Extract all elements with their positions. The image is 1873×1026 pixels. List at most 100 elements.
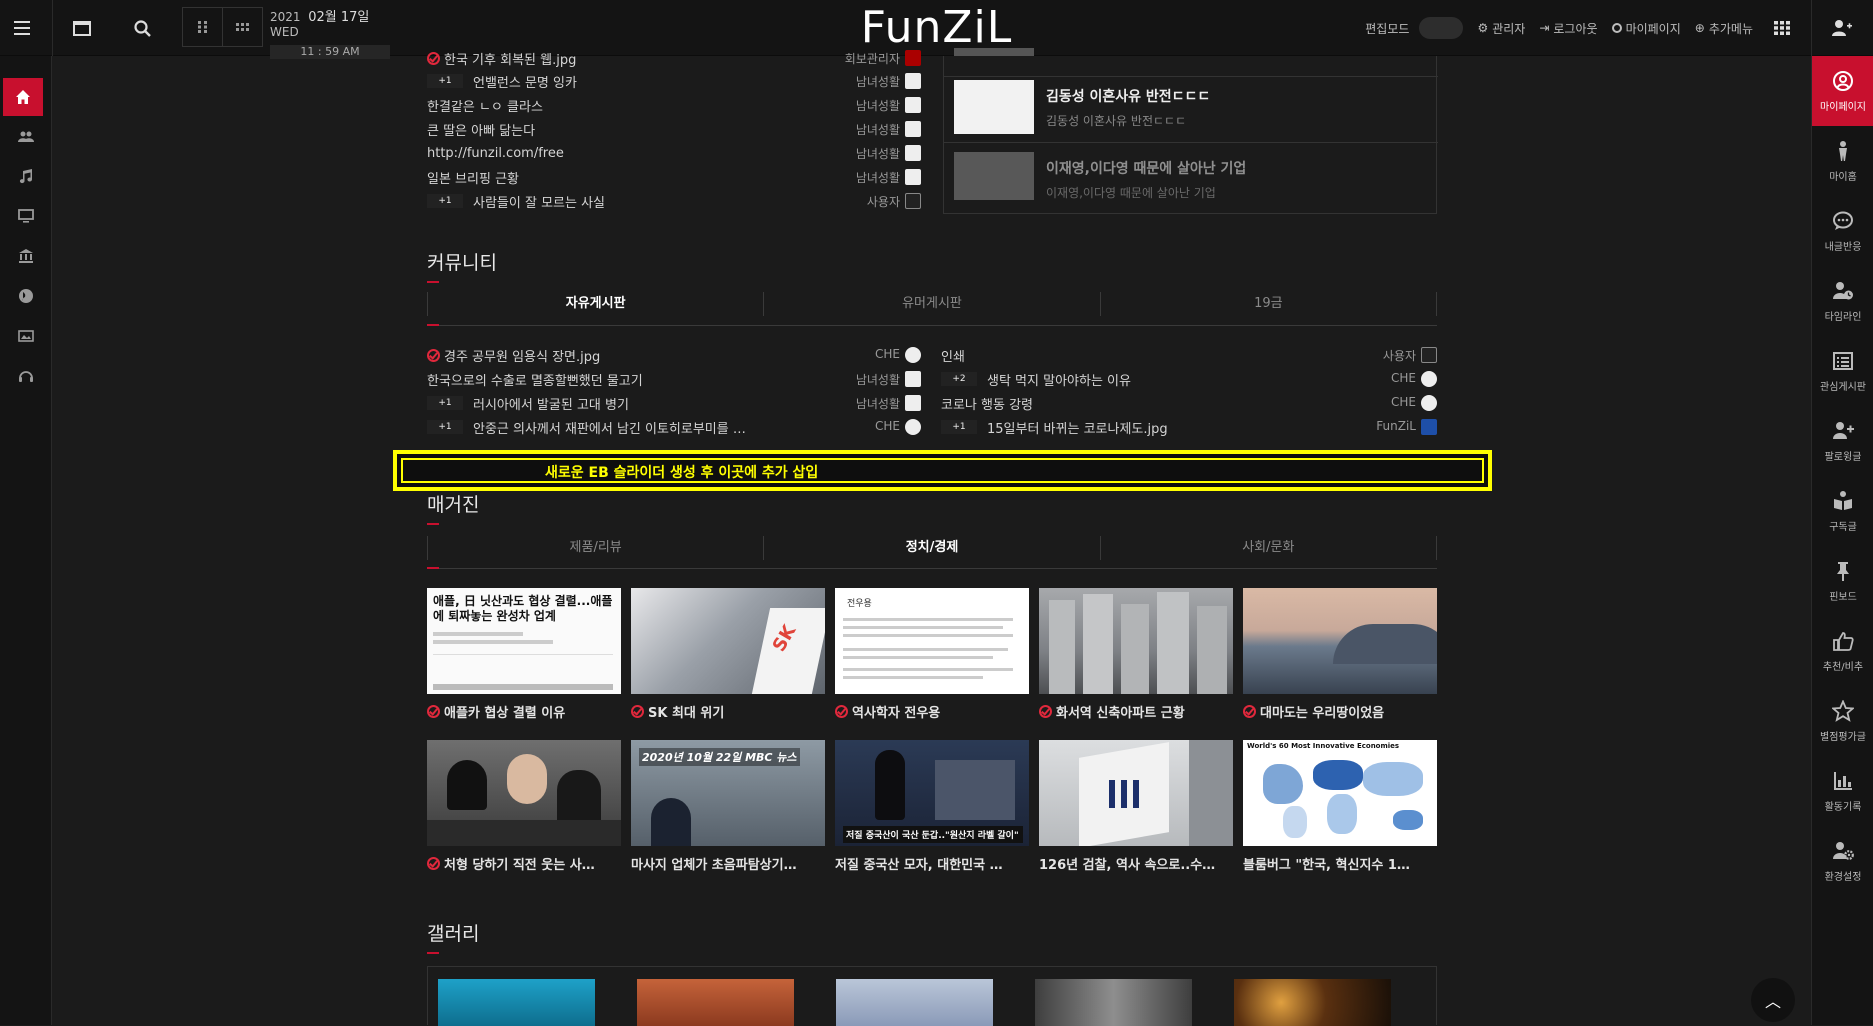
bank-icon[interactable] bbox=[0, 236, 52, 276]
rsb-mypage[interactable]: 마이페이지 bbox=[1812, 56, 1873, 126]
rsb-activity[interactable]: 활동기록 bbox=[1812, 756, 1873, 826]
photo-icon[interactable] bbox=[0, 316, 52, 356]
gear-icon: ⚙ bbox=[1477, 21, 1489, 35]
tab-humor-board[interactable]: 유머게시판 bbox=[763, 292, 1099, 316]
news-card[interactable]: 김동성 이혼사유 반전ㄷㄷㄷ 김동성 이혼사유 반전ㄷㄷㄷ bbox=[954, 80, 1424, 138]
list-item[interactable]: 큰 딸은 아빠 닮는다 bbox=[427, 117, 827, 141]
list-item[interactable]: 일본 브리핑 근황 bbox=[427, 165, 827, 189]
list-item[interactable]: +1 15일부터 바뀌는 코로나제도.jpg bbox=[941, 415, 1311, 439]
gallery-thumb[interactable] bbox=[836, 979, 993, 1026]
article-thumb[interactable] bbox=[1243, 588, 1437, 694]
rsb-timeline[interactable]: 타임라인 bbox=[1812, 266, 1873, 336]
list-item[interactable]: 인쇄 bbox=[941, 343, 1311, 367]
news-card[interactable]: 이재영,이다영 때문에 살아난 기업 이재영,이다영 때문에 살아난 기업 bbox=[954, 152, 1424, 210]
search-icon[interactable] bbox=[120, 0, 164, 56]
signout-icon: ⇥ bbox=[1539, 21, 1550, 35]
gallery-thumb[interactable] bbox=[637, 979, 794, 1026]
list-item[interactable]: +1 안중근 의사께서 재판에서 남긴 이토히로부미를 … bbox=[427, 415, 777, 439]
article-caption[interactable]: 126년 검찰, 역사 속으로..수… bbox=[1039, 854, 1233, 873]
mypage-link[interactable]: 마이페이지 bbox=[1611, 20, 1681, 37]
rsb-subscribed[interactable]: 구독글 bbox=[1812, 476, 1873, 546]
scroll-to-top-button[interactable]: ︿ bbox=[1751, 978, 1795, 1022]
article-thumb[interactable] bbox=[1039, 740, 1233, 846]
grid-small-icon[interactable] bbox=[183, 8, 223, 46]
list-item[interactable]: +1 러시아에서 발굴된 고대 병기 bbox=[427, 391, 797, 415]
headset-icon[interactable] bbox=[0, 356, 52, 396]
article-caption[interactable]: SK 최대 위기 bbox=[631, 702, 825, 721]
article-caption[interactable]: 처형 당하기 직전 웃는 사… bbox=[427, 854, 621, 873]
list-item[interactable]: +1 사람들이 잘 모르는 사실 bbox=[427, 189, 827, 213]
add-menu-link[interactable]: ⊕ 추가메뉴 bbox=[1695, 20, 1753, 37]
book-icon bbox=[1834, 490, 1852, 510]
gallery-thumb[interactable] bbox=[1234, 979, 1391, 1026]
music-icon[interactable] bbox=[0, 156, 52, 196]
avatar bbox=[1421, 395, 1437, 411]
grid-large-icon[interactable] bbox=[223, 8, 262, 46]
caption-text: 126년 검찰, 역사 속으로..수… bbox=[1039, 858, 1216, 873]
magazine-title: 매거진 bbox=[427, 490, 479, 525]
rsb-pinboard[interactable]: 핀보드 bbox=[1812, 546, 1873, 616]
tab-politics-economy[interactable]: 정치/경제 bbox=[763, 536, 1099, 560]
article-thumb[interactable]: SK bbox=[631, 588, 825, 694]
article-thumb[interactable]: 전우용 bbox=[835, 588, 1029, 694]
list-item[interactable]: +1 언밸런스 문명 잉카 bbox=[427, 69, 827, 93]
rsb-following[interactable]: 팔로윙글 bbox=[1812, 406, 1873, 476]
list-item[interactable]: 한결같은 ㄴㅇ 클라스 bbox=[427, 93, 827, 117]
monitor-icon[interactable] bbox=[0, 196, 52, 236]
edit-mode-toggle[interactable] bbox=[1419, 17, 1464, 39]
gallery-thumb[interactable] bbox=[1035, 979, 1192, 1026]
article-caption[interactable]: 저질 중국산 모자, 대한민국 … bbox=[835, 854, 1029, 873]
article-caption[interactable]: 대마도는 우리땅이었음 bbox=[1243, 702, 1437, 721]
rsb-fav-boards[interactable]: 관심게시판 bbox=[1812, 336, 1873, 406]
article-caption[interactable]: 화서역 신축아파트 근황 bbox=[1039, 702, 1233, 721]
post-author: 남녀성활 bbox=[855, 75, 900, 89]
rsb-label: 구독글 bbox=[1829, 521, 1857, 533]
rsb-settings[interactable]: 환경설정 bbox=[1812, 826, 1873, 896]
list-item[interactable]: +2 생탁 먹지 말아야하는 이유 bbox=[941, 367, 1311, 391]
post-author: CHE bbox=[1391, 371, 1416, 385]
home-icon[interactable] bbox=[3, 78, 43, 116]
rsb-label: 내글반응 bbox=[1824, 241, 1862, 253]
article-thumb[interactable]: 애플, 日 닛산과도 협상 결렬...애플에 퇴짜놓는 완성차 업계 bbox=[427, 588, 621, 694]
post-title: 경주 공무원 임용식 장면.jpg bbox=[444, 349, 601, 365]
article-thumb[interactable]: World's 60 Most Innovative Economies bbox=[1243, 740, 1437, 846]
article-thumb[interactable] bbox=[427, 740, 621, 846]
globe-icon[interactable] bbox=[0, 276, 52, 316]
apps-grid-icon[interactable] bbox=[1760, 0, 1804, 56]
list-item[interactable]: http://funzil.com/free bbox=[427, 141, 827, 165]
admin-link[interactable]: ⚙ 관리자 bbox=[1477, 20, 1525, 37]
list-item[interactable]: 코로나 행동 강령 bbox=[941, 391, 1311, 415]
rsb-label: 팔로윙글 bbox=[1824, 451, 1862, 463]
gallery-thumb[interactable] bbox=[438, 979, 595, 1026]
rsb-reactions[interactable]: 내글반응 bbox=[1812, 196, 1873, 266]
tab-society-culture[interactable]: 사회/문화 bbox=[1099, 536, 1437, 560]
article-thumb[interactable] bbox=[1039, 588, 1233, 694]
list-item[interactable]: 경주 공무원 임용식 장면.jpg bbox=[427, 343, 797, 367]
rsb-star-rated[interactable]: 별점평가글 bbox=[1812, 686, 1873, 756]
list-item[interactable]: 한국으로의 수출로 멸종할뻔했던 물고기 bbox=[427, 367, 797, 391]
user-plus-icon[interactable] bbox=[1820, 0, 1864, 56]
news-thumb bbox=[954, 80, 1034, 134]
caption-text: 역사학자 전우용 bbox=[852, 706, 941, 721]
rsb-myhome[interactable]: 마이홈 bbox=[1812, 126, 1873, 196]
article-caption[interactable]: 역사학자 전우용 bbox=[835, 702, 1029, 721]
list-icon bbox=[1833, 351, 1853, 370]
tab-adult-board[interactable]: 19금 bbox=[1099, 292, 1437, 316]
hamburger-menu-icon[interactable] bbox=[0, 0, 44, 56]
tab-product-review[interactable]: 제품/리뷰 bbox=[427, 536, 763, 560]
article-caption[interactable]: 애플카 협상 결렬 이유 bbox=[427, 702, 621, 721]
article-thumb[interactable]: 저질 중국산이 국산 둔갑.."원산지 라벨 갈이" bbox=[835, 740, 1029, 846]
logout-link[interactable]: ⇥ 로그아웃 bbox=[1539, 20, 1597, 37]
tab-free-board[interactable]: 자유게시판 bbox=[427, 292, 763, 316]
list-item[interactable]: 한국 기후 회복된 웹.jpg bbox=[427, 46, 827, 70]
view-toggle-group bbox=[182, 7, 263, 47]
article-thumb[interactable]: 2020년 10월 22일 MBC 뉴스 bbox=[631, 740, 825, 846]
window-icon[interactable] bbox=[60, 0, 104, 56]
rsb-recommend[interactable]: 추천/비추 bbox=[1812, 616, 1873, 686]
article-caption[interactable]: 블룸버그 "한국, 혁신지수 1… bbox=[1243, 854, 1437, 873]
edit-mode-label: 편집모드 bbox=[1365, 21, 1410, 36]
article-caption[interactable]: 마사지 업체가 초음파탐상기… bbox=[631, 854, 825, 873]
site-logo[interactable]: FunZiL bbox=[861, 2, 1013, 53]
users-icon[interactable] bbox=[0, 116, 52, 156]
post-title: http://funzil.com/free bbox=[427, 145, 564, 161]
